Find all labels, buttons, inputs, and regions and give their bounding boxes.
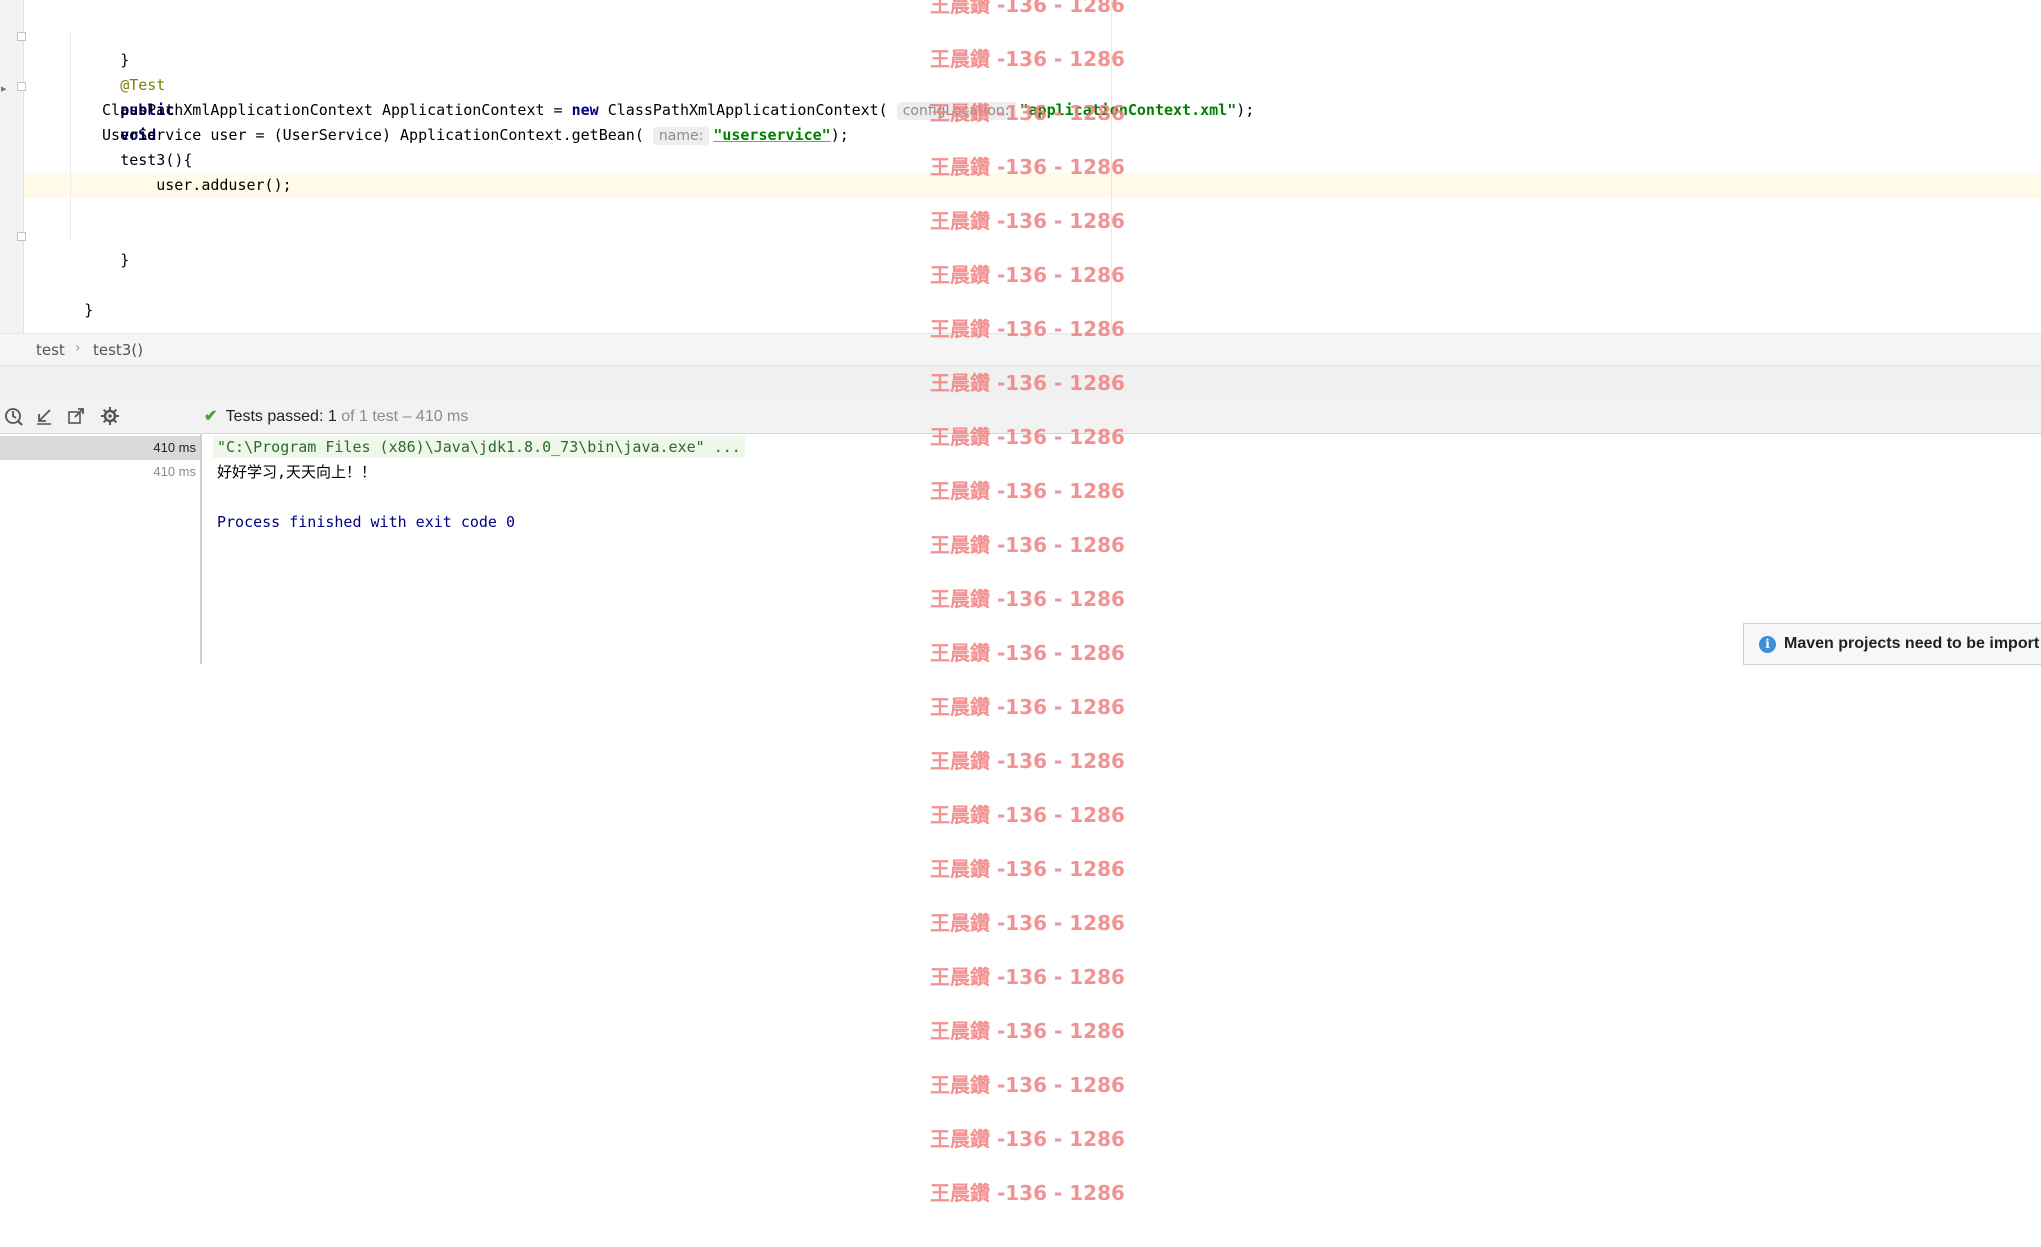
maven-import-notification[interactable]: i Maven projects need to be import <box>1743 623 2041 665</box>
code-line-annotation[interactable]: @Test <box>66 48 165 94</box>
code-line-method-close[interactable]: } <box>66 223 129 269</box>
watermark-text: 王晨鑽 -136 - 1286 <box>930 857 1125 881</box>
watermark-text: 王晨鑽 -136 - 1286 <box>930 1019 1125 1043</box>
test-status: ✔ Tests passed: 1 of 1 test – 410 ms <box>204 406 468 426</box>
status-detail: of 1 test – 410 ms <box>341 408 469 425</box>
code-text: ClassPathXmlApplicationContext( <box>598 101 888 119</box>
watermark-text: 王晨鑽 -136 - 1286 <box>930 803 1125 827</box>
parameter-hint: configLocation: <box>896 102 1016 120</box>
brace: } <box>120 251 130 269</box>
brace: } <box>84 301 94 319</box>
export-tests-icon[interactable] <box>64 404 88 428</box>
code-line-method-signature[interactable]: public void test3(){ <box>66 73 192 169</box>
code-editor[interactable]: ▸ } @Test public void test3(){ ClassPath… <box>0 0 2041 333</box>
test-duration: 410 ms <box>153 440 196 455</box>
watermark-text: 王晨鑽 -136 - 1286 <box>930 1181 1125 1205</box>
breadcrumb-separator: › <box>75 340 81 356</box>
tool-window-header <box>0 365 2041 400</box>
string-literal: "userservice" <box>713 126 831 144</box>
watermark-text: 王晨鑽 -136 - 1286 <box>930 695 1125 719</box>
code-text: ); <box>1236 101 1255 119</box>
code-text: user.adduser(); <box>156 176 292 194</box>
test-tree: 410 ms 410 ms <box>0 434 202 664</box>
code-text: ); <box>830 126 849 144</box>
code-line-class-close[interactable]: } <box>30 273 93 319</box>
notification-text: Maven projects need to be import <box>1784 635 2040 652</box>
test-tree-row-selected[interactable]: 410 ms <box>0 436 200 460</box>
console-program-output: 好好学习,天天向上！！ <box>217 463 377 481</box>
right-margin-guide <box>1111 0 1112 333</box>
breadcrumb-item-class[interactable]: test <box>36 341 65 359</box>
parameter-hint: name: <box>652 127 710 145</box>
ide-window: ▸ } @Test public void test3(){ ClassPath… <box>0 0 2041 1247</box>
breadcrumb-item-method[interactable]: test3() <box>93 341 143 359</box>
watermark-text: 王晨鑽 -136 - 1286 <box>930 1073 1125 1097</box>
run-gutter-icon[interactable]: ▸ <box>1 82 7 95</box>
code-text: ClassPathXmlApplicationContext Applicati… <box>102 101 572 119</box>
watermark-text: 王晨鑽 -136 - 1286 <box>930 749 1125 773</box>
checkmark-icon: ✔ <box>204 408 218 425</box>
run-toolbar: ✔ Tests passed: 1 of 1 test – 410 ms <box>0 399 2041 434</box>
fold-marker-icon[interactable] <box>17 32 26 41</box>
watermark-text: 王晨鑽 -136 - 1286 <box>930 1127 1125 1151</box>
current-line-highlight <box>0 173 2041 198</box>
settings-icon[interactable] <box>98 404 122 428</box>
string-literal: "applicationContext.xml" <box>1019 101 1237 119</box>
code-line-closing-brace[interactable]: } <box>66 23 129 69</box>
status-count: 1 <box>327 408 337 425</box>
fold-marker-icon[interactable] <box>17 232 26 241</box>
code-line-context-init[interactable]: ClassPathXmlApplicationContext Applicati… <box>102 98 1254 123</box>
status-label: Tests passed: <box>225 408 324 425</box>
breadcrumb: test › test3() <box>0 333 2041 366</box>
test-duration: 410 ms <box>153 464 196 479</box>
fold-marker-icon[interactable] <box>17 82 26 91</box>
code-text: UserService user = (UserService) Applica… <box>102 126 644 144</box>
console-exit-message: Process finished with exit code 0 <box>217 513 516 531</box>
editor-gutter[interactable] <box>0 0 24 333</box>
console-command-line[interactable]: "C:\Program Files (x86)\Java\jdk1.8.0_73… <box>213 436 745 458</box>
import-tests-icon[interactable] <box>32 404 56 428</box>
code-line-get-bean[interactable]: UserService user = (UserService) Applica… <box>102 123 849 148</box>
test-tree-row[interactable]: 410 ms <box>0 460 200 484</box>
keyword-new: new <box>571 101 599 119</box>
info-icon: i <box>1759 636 1776 653</box>
watermark-text: 王晨鑽 -136 - 1286 <box>930 965 1125 989</box>
history-icon[interactable] <box>1 404 25 428</box>
watermark-text: 王晨鑽 -136 - 1286 <box>930 911 1125 935</box>
code-line-adduser-call[interactable]: user.adduser(); <box>102 148 291 194</box>
